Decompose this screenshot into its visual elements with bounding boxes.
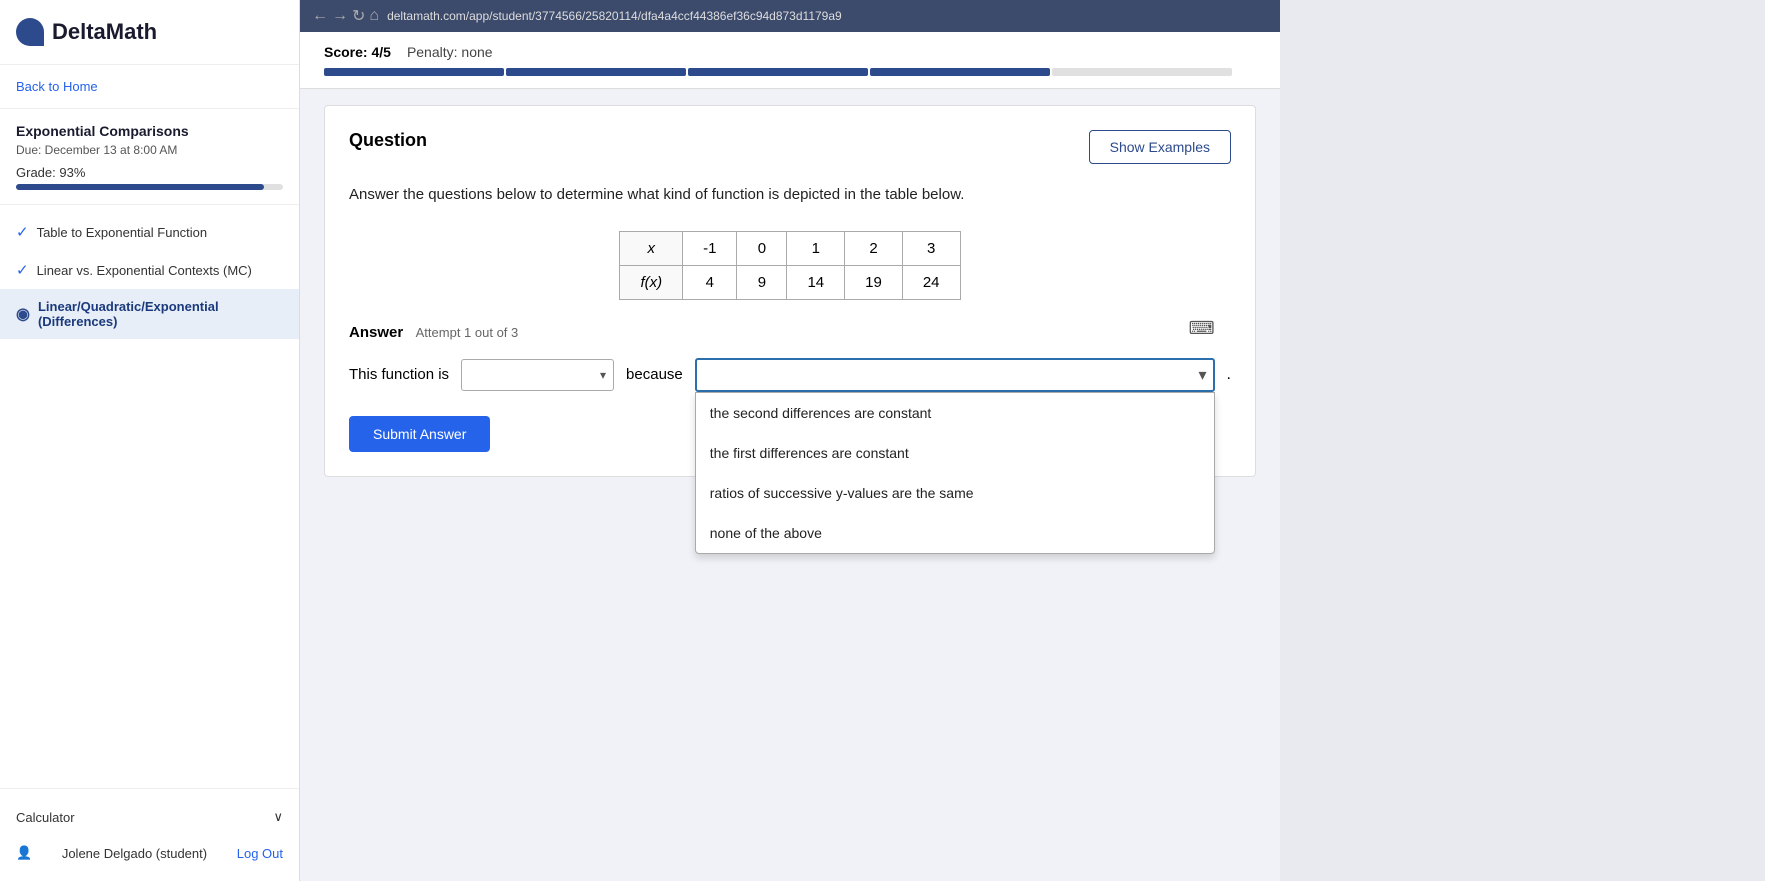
because-select[interactable]: the second differences are constant the … — [695, 358, 1215, 392]
answer-row: This function is linear quadratic expone… — [349, 358, 1231, 392]
submit-answer-button[interactable]: Submit Answer — [349, 416, 490, 452]
x-val-3: 1 — [787, 231, 845, 265]
question-text: Answer the questions below to determine … — [349, 184, 1231, 207]
sidebar-item-linear-quadratic-exponential[interactable]: ◉ Linear/Quadratic/Exponential (Differen… — [0, 289, 299, 339]
fx-val-5: 24 — [902, 265, 960, 299]
because-select-wrapper: ⌨ the second differences are constant th… — [695, 358, 1215, 392]
url-bar: ← → ↻ ⌂ deltamath.com/app/student/377456… — [300, 0, 1280, 32]
grade-bar-fill — [16, 184, 264, 190]
logo: DeltaMath — [0, 0, 299, 65]
dropdown-item-none[interactable]: none of the above — [696, 513, 1214, 553]
score-area: Score: 4/5 Penalty: none — [300, 32, 1280, 89]
nav-item-label: Table to Exponential Function — [37, 225, 208, 240]
back-to-home-link[interactable]: Back to Home — [0, 65, 299, 109]
progress-bar-container — [324, 68, 1256, 76]
answer-section: Answer Attempt 1 out of 3 This function … — [349, 324, 1231, 452]
fx-label: f(x) — [620, 265, 683, 299]
nav-items: ✓ Table to Exponential Function ✓ Linear… — [0, 205, 299, 347]
score-row: Score: 4/5 Penalty: none — [324, 44, 1256, 60]
sidebar-item-linear-exponential[interactable]: ✓ Linear vs. Exponential Contexts (MC) — [0, 251, 299, 289]
progress-seg-2 — [506, 68, 686, 76]
fx-val-4: 19 — [845, 265, 903, 299]
logout-link[interactable]: Log Out — [237, 846, 283, 861]
calculator-label: Calculator — [16, 810, 75, 825]
x-val-2: 0 — [737, 231, 787, 265]
progress-seg-5 — [1052, 68, 1232, 76]
table-row-fx: f(x) 4 9 14 19 24 — [620, 265, 960, 299]
grade-label: Grade: 93% — [16, 165, 283, 180]
because-label: because — [626, 366, 683, 383]
assignment-title: Exponential Comparisons — [16, 123, 283, 139]
bullet-icon: ◉ — [16, 304, 30, 324]
question-title: Question — [349, 130, 427, 151]
penalty-value: none — [461, 44, 492, 60]
user-icon: 👤 — [16, 845, 32, 861]
progress-seg-1 — [324, 68, 504, 76]
show-examples-button[interactable]: Show Examples — [1089, 130, 1231, 164]
keyboard-icon: ⌨ — [1189, 318, 1215, 339]
dropdown-item-second-diff[interactable]: the second differences are constant — [696, 393, 1214, 433]
calculator-item[interactable]: Calculator ∨ — [0, 799, 299, 835]
answer-label: Answer — [349, 324, 403, 341]
fx-val-3: 14 — [787, 265, 845, 299]
score-label: Score: 4/5 — [324, 44, 391, 60]
x-val-4: 2 — [845, 231, 903, 265]
nav-item-label-2: Linear vs. Exponential Contexts (MC) — [37, 263, 252, 278]
x-val-5: 3 — [902, 231, 960, 265]
period: . — [1227, 366, 1231, 384]
sidebar: DeltaMath Back to Home Exponential Compa… — [0, 0, 300, 881]
main-content: ← → ↻ ⌂ deltamath.com/app/student/377456… — [300, 0, 1280, 881]
fx-val-1: 4 — [683, 265, 737, 299]
user-item: 👤 Jolene Delgado (student) Log Out — [0, 835, 299, 871]
user-label: Jolene Delgado (student) — [62, 846, 207, 861]
back-button[interactable]: ← — [312, 6, 328, 26]
chevron-down-icon: ∨ — [273, 809, 283, 825]
fx-val-2: 9 — [737, 265, 787, 299]
because-dropdown-menu: the second differences are constant the … — [695, 392, 1215, 554]
home-button[interactable]: ⌂ — [369, 6, 379, 26]
penalty-text: Penalty: — [407, 44, 458, 60]
browser-nav-buttons: ← → ↻ ⌂ — [312, 6, 379, 26]
grade-bar-track — [16, 184, 283, 190]
function-type-select[interactable]: linear quadratic exponential none of the… — [461, 359, 614, 391]
nav-item-label-3: Linear/Quadratic/Exponential (Difference… — [38, 299, 283, 329]
dropdown-item-ratios[interactable]: ratios of successive y-values are the sa… — [696, 473, 1214, 513]
forward-button[interactable]: → — [332, 6, 348, 26]
dropdown-item-first-diff[interactable]: the first differences are constant — [696, 433, 1214, 473]
logo-icon — [16, 18, 44, 46]
sidebar-item-table-exponential[interactable]: ✓ Table to Exponential Function — [0, 213, 299, 251]
table-row-x: x -1 0 1 2 3 — [620, 231, 960, 265]
check-icon-2: ✓ — [16, 261, 29, 279]
question-area: Question Show Examples Answer the questi… — [324, 105, 1256, 477]
function-type-select-wrapper: linear quadratic exponential none of the… — [461, 359, 614, 391]
x-val-1: -1 — [683, 231, 737, 265]
this-function-label: This function is — [349, 366, 449, 383]
sidebar-bottom: Calculator ∨ 👤 Jolene Delgado (student) … — [0, 788, 299, 881]
progress-segments — [324, 68, 1232, 76]
attempt-label: Attempt 1 out of 3 — [416, 325, 519, 340]
check-icon: ✓ — [16, 223, 29, 241]
question-header: Question Show Examples — [349, 130, 1231, 164]
url-text: deltamath.com/app/student/3774566/258201… — [387, 9, 842, 23]
x-label: x — [620, 231, 683, 265]
progress-seg-4 — [870, 68, 1050, 76]
assignment-info: Exponential Comparisons Due: December 13… — [0, 109, 299, 205]
penalty-label: Penalty: none — [407, 44, 493, 60]
function-table: x -1 0 1 2 3 f(x) 4 9 14 19 24 — [619, 231, 960, 300]
logo-text: DeltaMath — [52, 19, 157, 45]
assignment-due: Due: December 13 at 8:00 AM — [16, 143, 283, 157]
reload-button[interactable]: ↻ — [352, 6, 365, 26]
progress-seg-3 — [688, 68, 868, 76]
